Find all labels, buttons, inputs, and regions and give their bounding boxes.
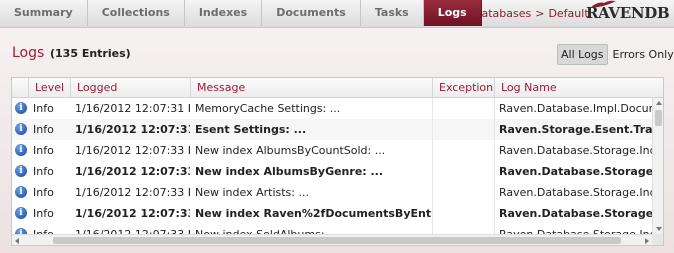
breadcrumb-separator: > [535,7,545,20]
scrollbar-corner [652,234,663,245]
table-row[interactable]: i Info 1/16/2012 12:07:33 PM New index R… [12,203,652,225]
cell-level: Info [33,207,54,220]
horizontal-scrollbar[interactable] [12,234,652,245]
breadcrumb-current-database[interactable]: Default [548,7,588,20]
breadcrumb: Databases > Default [473,7,593,20]
table-row[interactable]: i Info 1/16/2012 12:07:33 PM New index S… [12,224,652,234]
cell-level: Info [33,144,54,157]
cell-level: Info [28,224,70,234]
cell-level: Info [33,186,54,199]
cell-message: New index Raven%2fDocumentsByEntityName:… [195,207,432,220]
cell-level: Info [33,102,54,115]
scroll-left-icon[interactable] [15,238,19,244]
cell-logged: 1/16/2012 12:07:33 PM [75,186,190,199]
cell-exception [432,224,494,234]
info-icon: i [12,203,28,224]
log-filter-group: All Logs Errors Only [557,44,674,65]
cell-message: New index SoldAlbums: ... [190,224,432,234]
cell-log-name: Raven.Database.Storage.IndexD [499,207,652,220]
errors-only-button[interactable]: Errors Only [610,44,674,65]
tab-indexes[interactable]: Indexes [185,0,263,26]
vertical-scroll-thumb[interactable] [655,110,662,126]
cell-logged: 1/16/2012 12:07:31 PM [75,102,190,115]
cell-message: New index AlbumsByCountSold: ... [195,144,386,157]
info-icon: i [12,224,28,234]
cell-logged: 1/16/2012 12:07:31 PM [75,123,190,136]
scroll-down-icon[interactable] [656,227,662,231]
column-header-message[interactable]: Message [190,78,432,97]
cell-exception [432,98,494,119]
cell-message: Esent Settings: ... [195,123,307,136]
column-header-exception[interactable]: Exception [432,78,494,97]
table-row[interactable]: i Info 1/16/2012 12:07:33 PM New index A… [12,161,652,183]
cell-exception [432,161,494,182]
cell-log-name: Raven.Database.Storage.IndexD [499,186,652,199]
tab-collections[interactable]: Collections [88,0,185,26]
table-row[interactable]: i Info 1/16/2012 12:07:33 PM New index A… [12,182,652,204]
breadcrumb-databases[interactable]: Databases [473,7,531,20]
cell-logged: 1/16/2012 12:07:33 PM [75,165,190,178]
logs-grid: Level Logged Message Exception Log Name … [11,77,664,246]
info-icon: i [12,119,28,140]
scroll-right-icon[interactable] [645,238,649,244]
cell-level: Info [33,123,54,136]
cell-log-name: Raven.Database.Storage.IndexD [499,165,652,178]
column-divider [494,98,495,234]
cell-logged: 1/16/2012 12:07:33 PM [75,144,190,157]
table-row[interactable]: i Info 1/16/2012 12:07:31 PM Esent Setti… [12,119,652,141]
grid-header: Level Logged Message Exception Log Name [12,78,663,98]
cell-log-name: Raven.Database.Storage.IndexD [494,224,652,234]
cell-exception [432,203,494,224]
cell-exception [432,119,494,140]
info-icon: i [12,182,28,203]
column-divider [432,98,433,234]
all-logs-button[interactable]: All Logs [557,44,608,65]
scroll-up-icon[interactable] [656,101,662,105]
cell-logged: 1/16/2012 12:07:33 PM [70,224,190,234]
tab-documents[interactable]: Documents [262,0,361,26]
entries-count: (135 Entries) [50,47,131,60]
column-header-logged[interactable]: Logged [70,78,190,97]
cell-message: New index Artists: ... [195,186,309,199]
cell-exception [432,140,494,161]
cell-log-name: Raven.Storage.Esent.Transaction [499,123,652,136]
column-header-log-name[interactable]: Log Name [494,78,652,97]
page-title: Logs [12,45,45,61]
ravendb-logo: RAVENDB [586,0,670,23]
cell-log-name: Raven.Database.Storage.IndexD [499,144,652,157]
info-icon: i [12,98,28,119]
raven-bird-icon [590,0,616,8]
tab-summary[interactable]: Summary [0,0,88,26]
info-icon: i [12,140,28,161]
cell-message: MemoryCache Settings: ... [195,102,341,115]
cell-message: New index AlbumsByGenre: ... [195,165,384,178]
cell-log-name: Raven.Database.Impl.Document [499,102,652,115]
cell-exception [432,182,494,203]
horizontal-scroll-thumb[interactable] [53,237,621,244]
top-navigation-bar: Summary Collections Indexes Documents Ta… [0,0,674,28]
vertical-scrollbar[interactable] [652,98,663,234]
info-icon: i [12,161,28,182]
tab-tasks[interactable]: Tasks [361,0,424,26]
main-tabs: Summary Collections Indexes Documents Ta… [0,0,482,27]
table-row[interactable]: i Info 1/16/2012 12:07:31 PM MemoryCache… [12,98,652,120]
cell-logged: 1/16/2012 12:07:33 PM [75,207,190,220]
cell-level: Info [33,165,54,178]
column-header-level[interactable]: Level [28,78,70,97]
table-row[interactable]: i Info 1/16/2012 12:07:33 PM New index A… [12,140,652,162]
